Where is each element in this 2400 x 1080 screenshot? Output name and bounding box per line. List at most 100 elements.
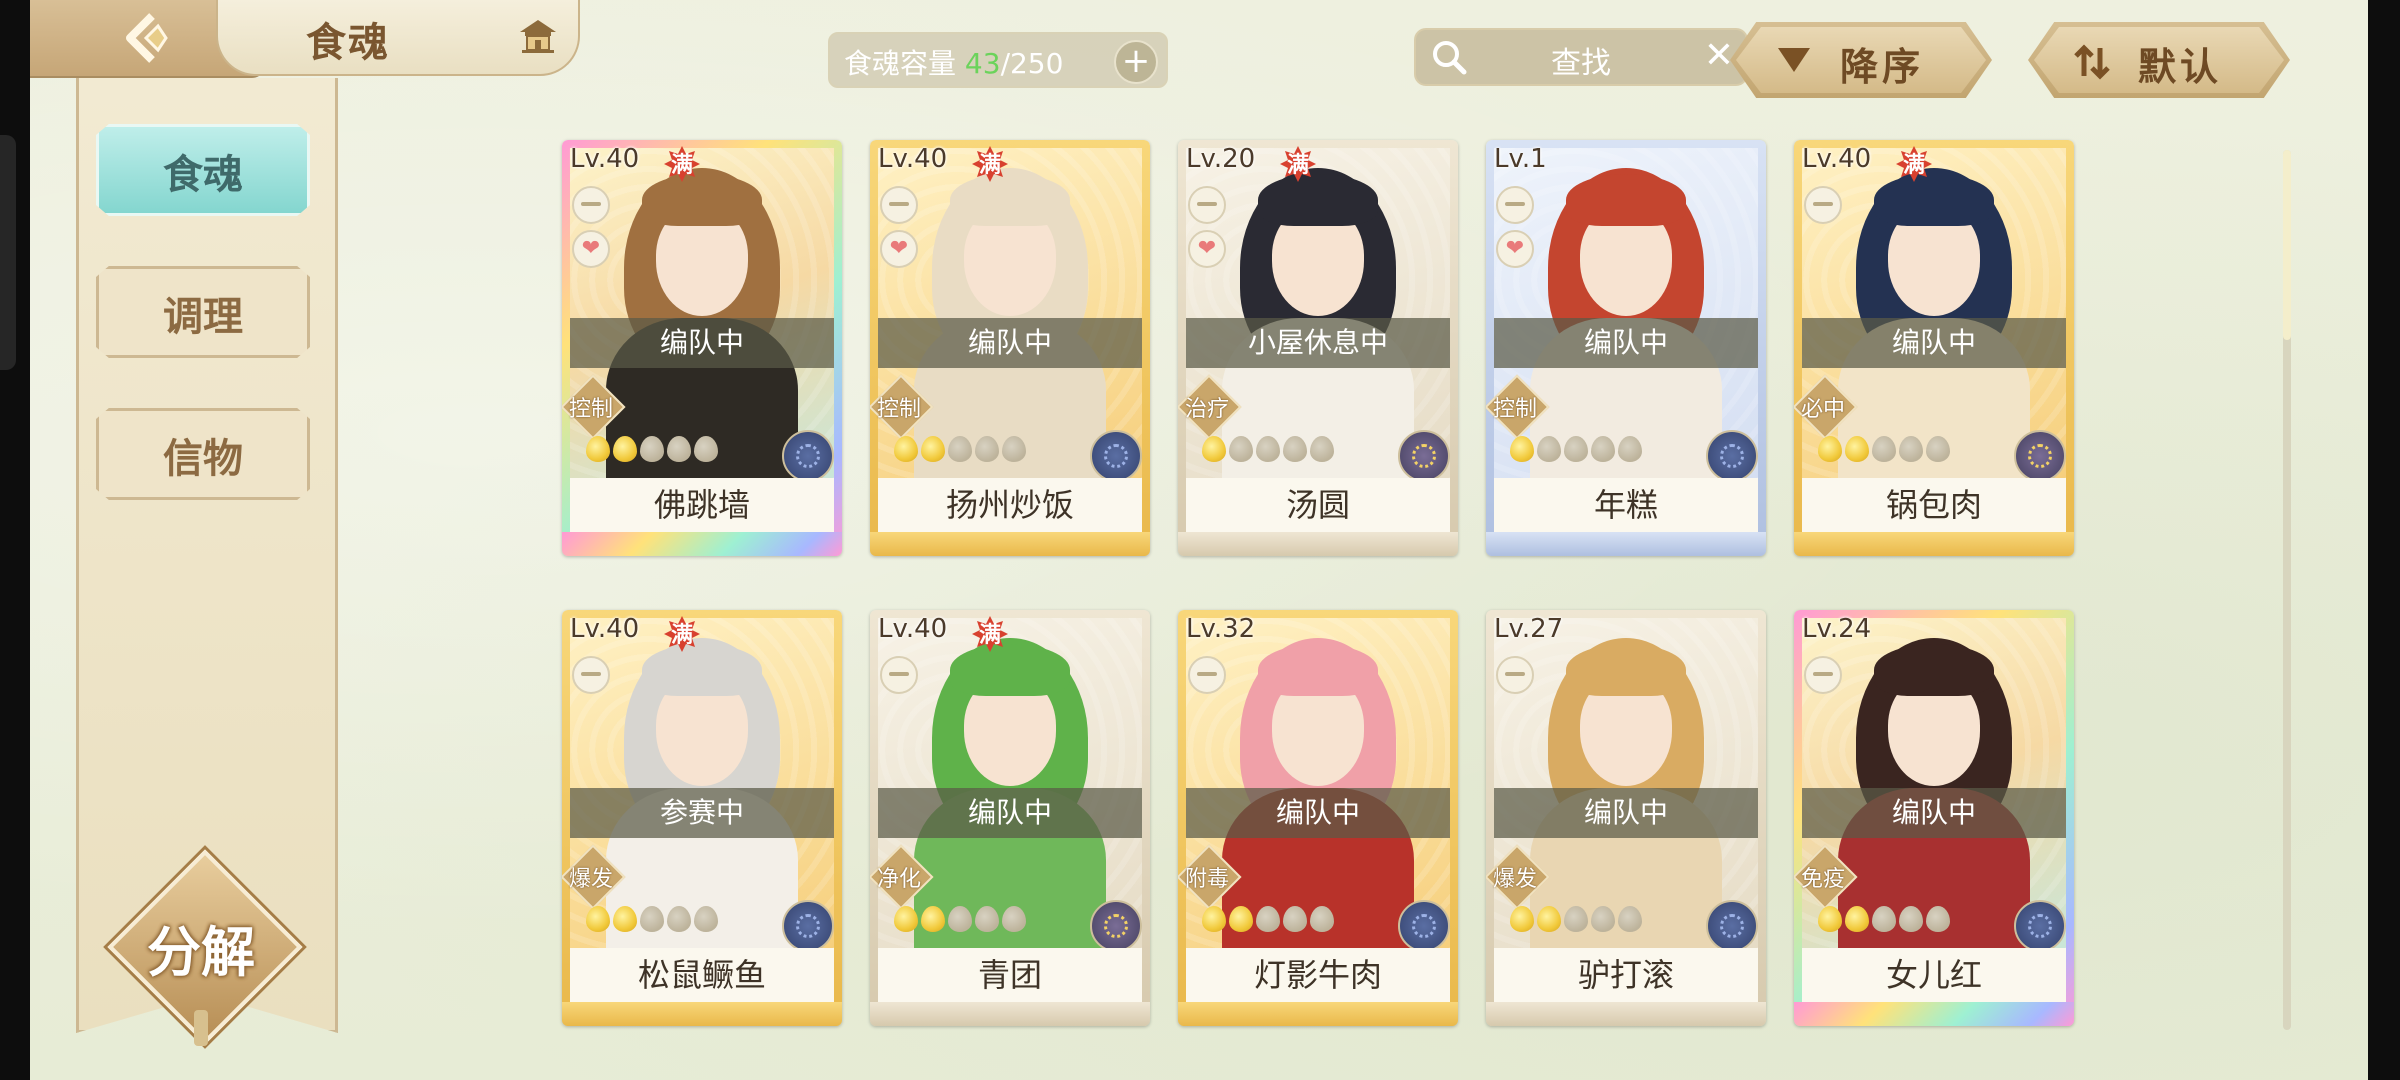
card-name: 驴打滚 — [1494, 948, 1758, 1002]
tab-soul[interactable]: 食魂 — [96, 124, 310, 216]
card-name: 年糕 — [1494, 478, 1758, 532]
role-label: 控制 — [568, 397, 613, 422]
capacity-text: 食魂容量 — [844, 47, 957, 80]
star-empty-icon — [1899, 906, 1923, 932]
role-label: 免疫 — [1800, 867, 1845, 892]
star-empty-icon — [694, 906, 718, 932]
star-empty-icon — [975, 906, 999, 932]
element-icon — [1706, 900, 1758, 952]
role-badge: 净化 — [870, 844, 934, 910]
star-rating — [1818, 436, 1953, 466]
star-empty-icon — [1872, 906, 1896, 932]
star-filled-icon — [586, 906, 610, 932]
soul-card[interactable]: Lv.24 编队中 免疫 女儿红 — [1794, 610, 2074, 1026]
svg-text:满: 满 — [671, 623, 693, 648]
soul-card[interactable]: Lv.40 满 编队中 净化 青团 — [870, 610, 1150, 1026]
star-filled-icon — [1202, 436, 1226, 462]
full-badge-icon: 满 — [664, 146, 700, 182]
sort-order-button[interactable]: 降序 — [1730, 22, 1992, 98]
card-name: 灯影牛肉 — [1186, 948, 1450, 1002]
star-filled-icon — [921, 906, 945, 932]
star-filled-icon — [1818, 906, 1842, 932]
svg-text:满: 满 — [979, 153, 1001, 178]
star-empty-icon — [667, 906, 691, 932]
role-badge: 控制 — [870, 374, 934, 440]
heart-icon: ❤ — [1496, 230, 1534, 268]
card-level: Lv.32 — [1186, 614, 1256, 644]
role-badge: 控制 — [562, 374, 626, 440]
card-level: Lv.1 — [1494, 144, 1547, 174]
star-filled-icon — [1229, 906, 1253, 932]
star-empty-icon — [640, 436, 664, 462]
soul-card[interactable]: Lv.1 ❤ 编队中 控制 年糕 — [1486, 140, 1766, 556]
card-name: 青团 — [878, 948, 1142, 1002]
soul-card[interactable]: Lv.40 满 参赛中 爆发 松鼠鳜鱼 — [562, 610, 842, 1026]
star-empty-icon — [1926, 906, 1950, 932]
card-level: Lv.24 — [1802, 614, 1872, 644]
star-empty-icon — [1002, 436, 1026, 462]
full-badge-icon: 满 — [972, 616, 1008, 652]
card-level: Lv.40 — [1802, 144, 1872, 174]
search-input[interactable]: 查找 — [1416, 38, 1746, 82]
star-filled-icon — [613, 436, 637, 462]
star-empty-icon — [1564, 436, 1588, 462]
decompose-button[interactable]: 分解 — [107, 849, 303, 1046]
star-empty-icon — [1537, 436, 1561, 462]
device-bezel-right — [2368, 0, 2400, 1080]
star-empty-icon — [1283, 906, 1307, 932]
element-icon — [1706, 430, 1758, 482]
card-name: 佛跳墙 — [570, 478, 834, 532]
sort-mode-button[interactable]: 默认 — [2028, 22, 2290, 98]
tab-conditioning[interactable]: 调理 — [96, 266, 310, 358]
full-badge-icon: 满 — [972, 146, 1008, 182]
soul-card[interactable]: Lv.40 满 ❤ 编队中 控制 佛跳墙 — [562, 140, 842, 556]
capacity-add-button[interactable]: + — [1114, 40, 1158, 84]
star-empty-icon — [694, 436, 718, 462]
star-empty-icon — [1591, 436, 1615, 462]
star-empty-icon — [1310, 436, 1334, 462]
card-status: 编队中 — [878, 318, 1142, 368]
house-icon[interactable] — [516, 16, 560, 56]
star-empty-icon — [1002, 906, 1026, 932]
card-level: Lv.40 — [878, 144, 948, 174]
star-empty-icon — [667, 436, 691, 462]
sort-arrows-icon — [2074, 44, 2110, 80]
element-icon — [2014, 900, 2066, 952]
tab-keepsake[interactable]: 信物 — [96, 408, 310, 500]
card-footer — [1178, 1002, 1458, 1026]
capacity-panel: 食魂容量 43/250 + — [828, 32, 1168, 88]
star-filled-icon — [613, 906, 637, 932]
star-rating — [1818, 906, 1953, 936]
soul-card[interactable]: Lv.20 满 ❤ 小屋休息中 治疗 汤圆 — [1178, 140, 1458, 556]
card-status: 编队中 — [1186, 788, 1450, 838]
decompose-label: 分解 — [147, 920, 255, 984]
soul-card[interactable]: Lv.27 编队中 爆发 驴打滚 — [1486, 610, 1766, 1026]
bowl-icon — [1804, 656, 1842, 694]
card-footer — [870, 1002, 1150, 1026]
card-status: 编队中 — [1802, 318, 2066, 368]
svg-text:满: 满 — [1287, 153, 1309, 178]
scrollbar[interactable] — [2283, 150, 2291, 1030]
card-status: 编队中 — [1494, 318, 1758, 368]
soul-card[interactable]: Lv.32 编队中 附毒 灯影牛肉 — [1178, 610, 1458, 1026]
star-filled-icon — [894, 436, 918, 462]
card-name: 松鼠鳜鱼 — [570, 948, 834, 1002]
bowl-icon — [1496, 186, 1534, 224]
card-footer — [562, 532, 842, 556]
scrollbar-thumb[interactable] — [2283, 150, 2291, 340]
element-icon — [782, 900, 834, 952]
card-status: 编队中 — [570, 318, 834, 368]
star-empty-icon — [1926, 436, 1950, 462]
soul-card[interactable]: Lv.40 满 编队中 必中 锅包肉 — [1794, 140, 2074, 556]
search-box[interactable]: 查找 ✕ — [1414, 28, 1748, 86]
card-level: Lv.27 — [1494, 614, 1564, 644]
star-empty-icon — [1256, 436, 1280, 462]
star-empty-icon — [1283, 436, 1307, 462]
card-name: 扬州炒饭 — [878, 478, 1142, 532]
title-tab: 食魂 — [216, 0, 580, 76]
soul-card[interactable]: Lv.40 满 ❤ 编队中 控制 扬州炒饭 — [870, 140, 1150, 556]
card-level: Lv.40 — [878, 614, 948, 644]
star-empty-icon — [1591, 906, 1615, 932]
card-level: Lv.40 — [570, 144, 640, 174]
bowl-icon — [880, 186, 918, 224]
